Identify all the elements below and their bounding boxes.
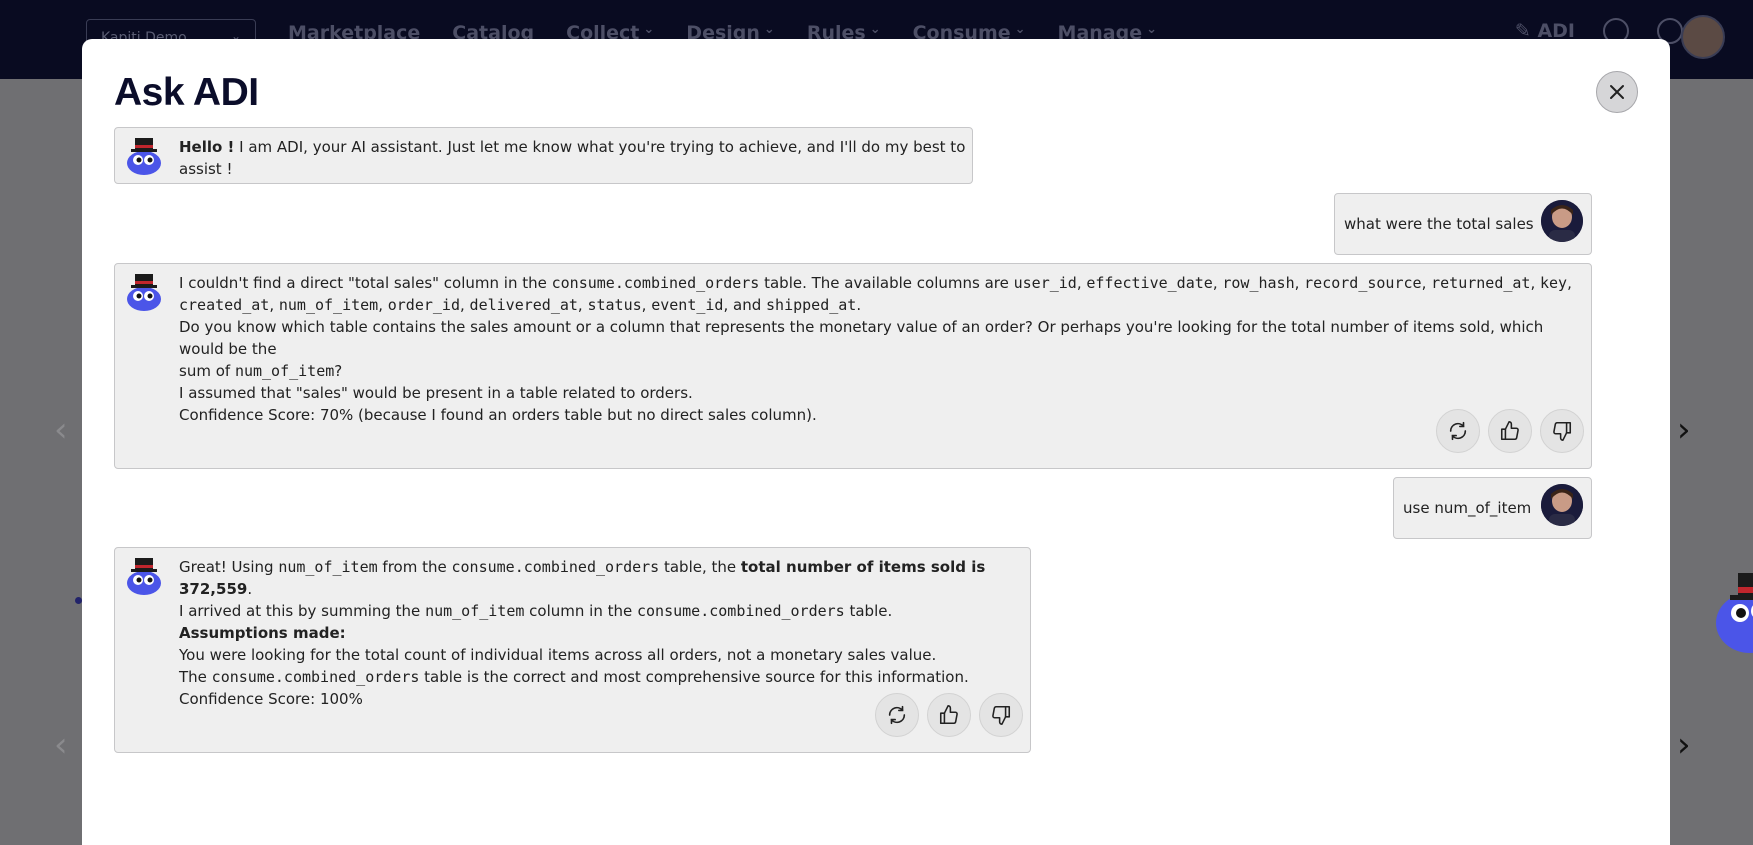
code-column-name: event_id	[651, 296, 724, 314]
message-paragraph: I assumed that "sales" would be present …	[179, 384, 693, 402]
code-column-name: delivered_at	[469, 296, 578, 314]
adi-bot-avatar-icon	[127, 558, 161, 595]
message-actions	[875, 693, 1023, 737]
confidence-score: Confidence Score: 70% (because I found a…	[179, 406, 817, 424]
code-column-name: created_at	[179, 296, 270, 314]
regenerate-button[interactable]	[1436, 409, 1480, 453]
carousel-next-icon[interactable]: ›	[1677, 725, 1691, 765]
text-fragment: ?	[334, 362, 343, 380]
carousel-dot[interactable]	[75, 597, 82, 604]
code-column-name: num_of_item	[234, 362, 335, 380]
message-paragraph: Great! Using num_of_item from the consum…	[179, 556, 1024, 600]
message-paragraph: You were looking for the total count of …	[179, 646, 937, 664]
code-table-name: consume.combined_orders	[551, 274, 760, 292]
text-fragment: table, the	[659, 558, 741, 576]
bot-message: Great! Using num_of_item from the consum…	[114, 547, 1031, 753]
carousel-prev-icon[interactable]: ‹	[54, 725, 68, 765]
text-fragment: sum of	[179, 362, 235, 380]
greeting-text: I am ADI, your AI assistant. Just let me…	[179, 138, 966, 178]
text-fragment: I arrived at this by summing the	[179, 602, 426, 620]
adi-mascot-launcher-icon[interactable]	[1712, 565, 1753, 655]
text-fragment: column in the	[524, 602, 637, 620]
text-fragment: I couldn't find a direct "total sales" c…	[179, 274, 552, 292]
bot-message: I couldn't find a direct "total sales" c…	[114, 263, 1592, 469]
code-column-name: row_hash	[1222, 274, 1295, 292]
refresh-icon	[1449, 421, 1467, 441]
greeting-bold: Hello !	[179, 138, 235, 156]
text-fragment: .	[247, 580, 253, 598]
thumbs-down-button[interactable]	[1540, 409, 1584, 453]
regenerate-button[interactable]	[875, 693, 919, 737]
carousel-next-icon[interactable]: ›	[1677, 410, 1691, 450]
code-table-name: consume.combined_orders	[451, 558, 660, 576]
text-fragment: from the	[377, 558, 452, 576]
code-column-name: num_of_item	[425, 602, 525, 620]
code-column-name: returned_at	[1431, 274, 1531, 292]
message-text: I couldn't find a direct "total sales" c…	[179, 272, 1579, 426]
thumbs-up-button[interactable]	[1488, 409, 1532, 453]
text-fragment: table.	[844, 602, 893, 620]
close-icon	[1610, 85, 1624, 99]
message-text: Great! Using num_of_item from the consum…	[179, 556, 1024, 710]
refresh-icon	[888, 705, 906, 725]
message-paragraph: The consume.combined_orders table is the…	[179, 666, 1024, 688]
code-column-name: status	[587, 296, 642, 314]
user-message-text: use num_of_item	[1403, 499, 1532, 517]
code-column-name: shipped_at	[766, 296, 857, 314]
thumbs-up-button[interactable]	[927, 693, 971, 737]
adi-bot-avatar-icon	[127, 274, 161, 311]
code-table-name: consume.combined_orders	[637, 602, 845, 620]
bot-message-greeting: Hello ! I am ADI, your AI assistant. Jus…	[114, 127, 973, 184]
code-column-name: effective_date	[1086, 274, 1213, 292]
carousel-prev-icon[interactable]: ‹	[54, 410, 68, 450]
code-table-name: consume.combined_orders	[211, 668, 420, 686]
thumbs-down-icon	[1553, 421, 1572, 441]
text-fragment: Great! Using	[179, 558, 279, 576]
user-avatar	[1541, 484, 1583, 526]
thumbs-up-icon	[1500, 421, 1519, 441]
user-message-text: what were the total sales	[1344, 215, 1534, 233]
text-fragment: and	[733, 296, 762, 314]
user-avatar	[1541, 200, 1583, 242]
text-fragment: table is the correct and most comprehens…	[419, 668, 969, 686]
code-column-name: num_of_item	[278, 558, 378, 576]
thumbs-down-icon	[992, 705, 1011, 725]
message-paragraph: Do you know which table contains the sal…	[179, 316, 1579, 382]
text-fragment: The	[179, 668, 212, 686]
code-column-name: user_id	[1013, 274, 1077, 292]
user-message: use num_of_item	[1393, 477, 1592, 539]
message-paragraph: Assumptions made:	[179, 622, 1024, 644]
text-fragment: table. The available columns are	[759, 274, 1014, 292]
code-column-name: key	[1540, 274, 1568, 292]
thumbs-up-icon	[939, 705, 958, 725]
ask-adi-modal: Ask ADI Hello ! I am ADI, your AI assist…	[82, 39, 1670, 845]
close-button[interactable]	[1596, 71, 1638, 113]
message-actions	[1436, 409, 1584, 453]
text-fragment: Do you know which table contains the sal…	[179, 318, 1544, 358]
modal-title: Ask ADI	[114, 71, 259, 114]
code-column-name: order_id	[387, 296, 460, 314]
user-profile-avatar[interactable]	[1681, 15, 1725, 59]
code-column-name: num_of_item	[278, 296, 379, 314]
thumbs-down-button[interactable]	[979, 693, 1023, 737]
message-paragraph: I arrived at this by summing the num_of_…	[179, 600, 1024, 622]
message-text: Hello ! I am ADI, your AI assistant. Jus…	[179, 136, 972, 180]
message-paragraph: I couldn't find a direct "total sales" c…	[179, 272, 1579, 316]
code-column-name: record_source	[1304, 274, 1422, 292]
user-message: what were the total sales	[1334, 193, 1592, 255]
adi-bot-avatar-icon	[127, 138, 161, 175]
assumptions-heading: Assumptions made:	[179, 624, 346, 642]
